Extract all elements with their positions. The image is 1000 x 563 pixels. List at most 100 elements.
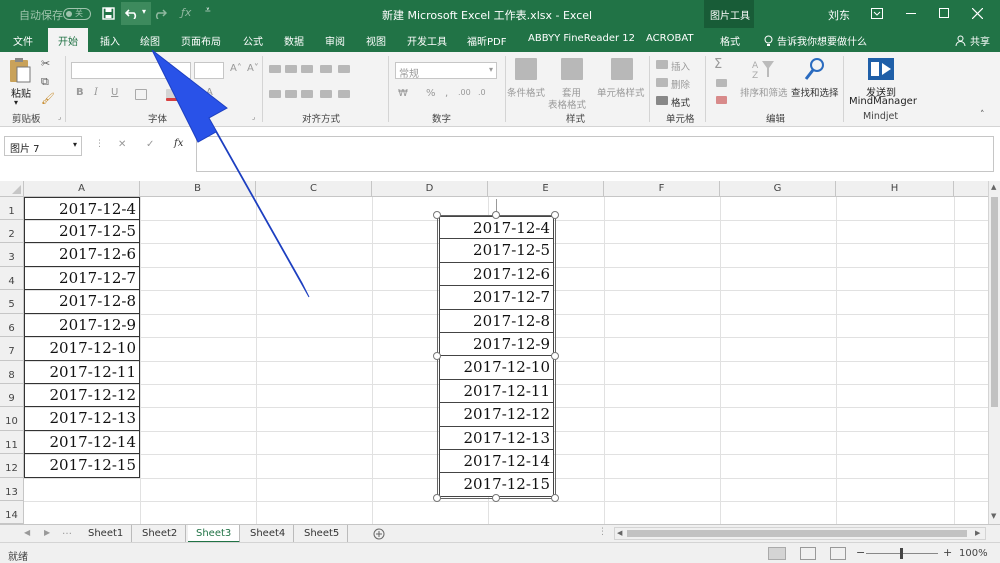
formula-drag-icon[interactable]: ⋮ <box>95 139 104 149</box>
insert-cells-icon[interactable] <box>656 60 668 69</box>
tab-review[interactable]: 审阅 <box>325 33 345 48</box>
comma-icon[interactable]: , <box>445 88 448 99</box>
find-select-button[interactable]: 查找和选择 <box>791 85 839 99</box>
cell-a8[interactable]: 2017-12-11 <box>24 361 140 384</box>
zoom-out-icon[interactable]: − <box>856 546 865 559</box>
zoom-slider-thumb[interactable] <box>900 548 903 559</box>
tab-file[interactable]: 文件 <box>13 33 33 48</box>
row-header[interactable]: 11 <box>0 431 24 454</box>
row-header[interactable]: 6 <box>0 314 24 337</box>
border-icon[interactable] <box>135 89 147 100</box>
row-header[interactable]: 4 <box>0 267 24 290</box>
undo-button[interactable]: ▾ <box>121 2 151 25</box>
tab-draw[interactable]: 绘图 <box>140 33 160 48</box>
delete-cells-icon[interactable] <box>656 78 668 87</box>
resize-handle[interactable] <box>551 211 559 219</box>
font-size-box[interactable] <box>194 62 224 79</box>
tab-page-layout[interactable]: 页面布局 <box>181 33 221 48</box>
mindmanager-icon[interactable] <box>867 57 895 81</box>
page-break-view-icon[interactable] <box>830 547 846 560</box>
format-as-table-icon[interactable] <box>561 58 583 80</box>
column-header[interactable] <box>954 181 990 197</box>
cell-a10[interactable]: 2017-12-13 <box>24 407 140 431</box>
normal-view-icon[interactable] <box>768 547 786 560</box>
align-middle-icon[interactable] <box>285 65 297 73</box>
tab-insert[interactable]: 插入 <box>100 33 120 48</box>
increase-font-icon[interactable]: A˄ <box>230 63 242 74</box>
merge-center-icon[interactable] <box>338 90 350 98</box>
align-center-icon[interactable] <box>285 90 297 98</box>
horizontal-scroll-thumb[interactable] <box>627 530 967 537</box>
tab-split-icon[interactable]: ⋮ <box>598 527 607 537</box>
worksheet-grid[interactable]: A B C D E F G H 1 2 3 4 5 6 7 8 9 10 11 … <box>0 181 1000 524</box>
tab-view[interactable]: 视图 <box>366 33 386 48</box>
share-button[interactable]: 共享 <box>970 33 990 48</box>
ribbon-display-icon[interactable] <box>871 8 883 19</box>
scroll-down-icon[interactable]: ▼ <box>991 512 996 520</box>
font-name-box[interactable] <box>71 62 191 79</box>
increase-decimal-icon[interactable]: .00 <box>458 88 471 97</box>
tell-me-box[interactable]: 告诉我你想要做什么 <box>777 33 867 48</box>
row-header[interactable]: 9 <box>0 384 24 407</box>
cell-a4[interactable]: 2017-12-7 <box>24 267 140 290</box>
resize-handle[interactable] <box>433 352 441 360</box>
orientation-icon[interactable] <box>320 65 332 73</box>
zoom-in-icon[interactable]: + <box>943 546 952 559</box>
percent-icon[interactable]: % <box>426 88 436 99</box>
row-header[interactable]: 13 <box>0 478 24 501</box>
tab-data[interactable]: 数据 <box>284 33 304 48</box>
close-icon[interactable] <box>972 8 983 19</box>
insert-cells-button[interactable]: 插入 <box>671 59 690 73</box>
scroll-up-icon[interactable]: ▲ <box>991 183 996 191</box>
row-header[interactable]: 2 <box>0 220 24 243</box>
column-header[interactable]: D <box>372 181 488 197</box>
column-header[interactable]: C <box>256 181 372 197</box>
cell-a1[interactable]: 2017-12-4 <box>24 197 140 220</box>
sheet-tab-sheet3[interactable]: Sheet3 <box>188 525 241 543</box>
resize-handle[interactable] <box>492 211 500 219</box>
fx-icon[interactable]: ƒx <box>181 6 191 19</box>
cell-styles-icon[interactable] <box>611 58 633 80</box>
paste-dropdown-icon[interactable]: ▾ <box>14 98 18 107</box>
align-left-icon[interactable] <box>269 90 281 98</box>
cell-a12[interactable]: 2017-12-15 <box>24 454 140 478</box>
scroll-left-icon[interactable]: ◀ <box>24 528 30 537</box>
row-header[interactable]: 8 <box>0 361 24 384</box>
minimize-icon[interactable] <box>906 13 916 14</box>
column-header[interactable]: G <box>720 181 836 197</box>
formula-input[interactable] <box>196 136 994 172</box>
sheet-tab-sheet5[interactable]: Sheet5 <box>296 525 349 543</box>
find-select-icon[interactable] <box>804 57 826 81</box>
column-header[interactable]: F <box>604 181 720 197</box>
row-header[interactable]: 1 <box>0 197 24 220</box>
redo-icon[interactable] <box>153 7 167 19</box>
name-box[interactable]: 图片 7 ▾ <box>4 136 82 156</box>
row-header[interactable]: 7 <box>0 337 24 361</box>
row-header[interactable]: 14 <box>0 501 24 524</box>
italic-button[interactable]: I <box>94 87 98 98</box>
column-header[interactable]: B <box>140 181 256 197</box>
page-layout-view-icon[interactable] <box>800 547 816 560</box>
maximize-icon[interactable] <box>939 8 949 18</box>
font-color-icon[interactable]: A <box>206 87 213 98</box>
sheet-tab-sheet2[interactable]: Sheet2 <box>134 525 187 543</box>
wrap-text-icon[interactable] <box>338 65 350 73</box>
resize-handle[interactable] <box>433 211 441 219</box>
column-header[interactable]: E <box>488 181 604 197</box>
user-name[interactable]: 刘东 <box>828 7 850 23</box>
row-header[interactable]: 5 <box>0 290 24 314</box>
sort-filter-icon[interactable]: AZ <box>752 58 776 80</box>
cancel-icon[interactable]: ✕ <box>118 139 126 150</box>
currency-icon[interactable]: ₩ <box>398 88 408 99</box>
row-header[interactable]: 12 <box>0 454 24 478</box>
fill-icon[interactable] <box>716 79 727 87</box>
conditional-format-icon[interactable] <box>515 58 537 80</box>
cell-a9[interactable]: 2017-12-12 <box>24 384 140 407</box>
cell-a7[interactable]: 2017-12-10 <box>24 337 140 361</box>
select-all-corner[interactable] <box>0 181 24 197</box>
insert-function-icon[interactable]: fx <box>174 138 183 149</box>
horizontal-scrollbar[interactable]: ◀ ▶ <box>614 527 986 540</box>
sheet-tab-sheet4[interactable]: Sheet4 <box>242 525 295 543</box>
enter-icon[interactable]: ✓ <box>146 139 154 150</box>
picture-object[interactable]: 2017-12-4 2017-12-5 2017-12-6 2017-12-7 … <box>437 215 556 499</box>
